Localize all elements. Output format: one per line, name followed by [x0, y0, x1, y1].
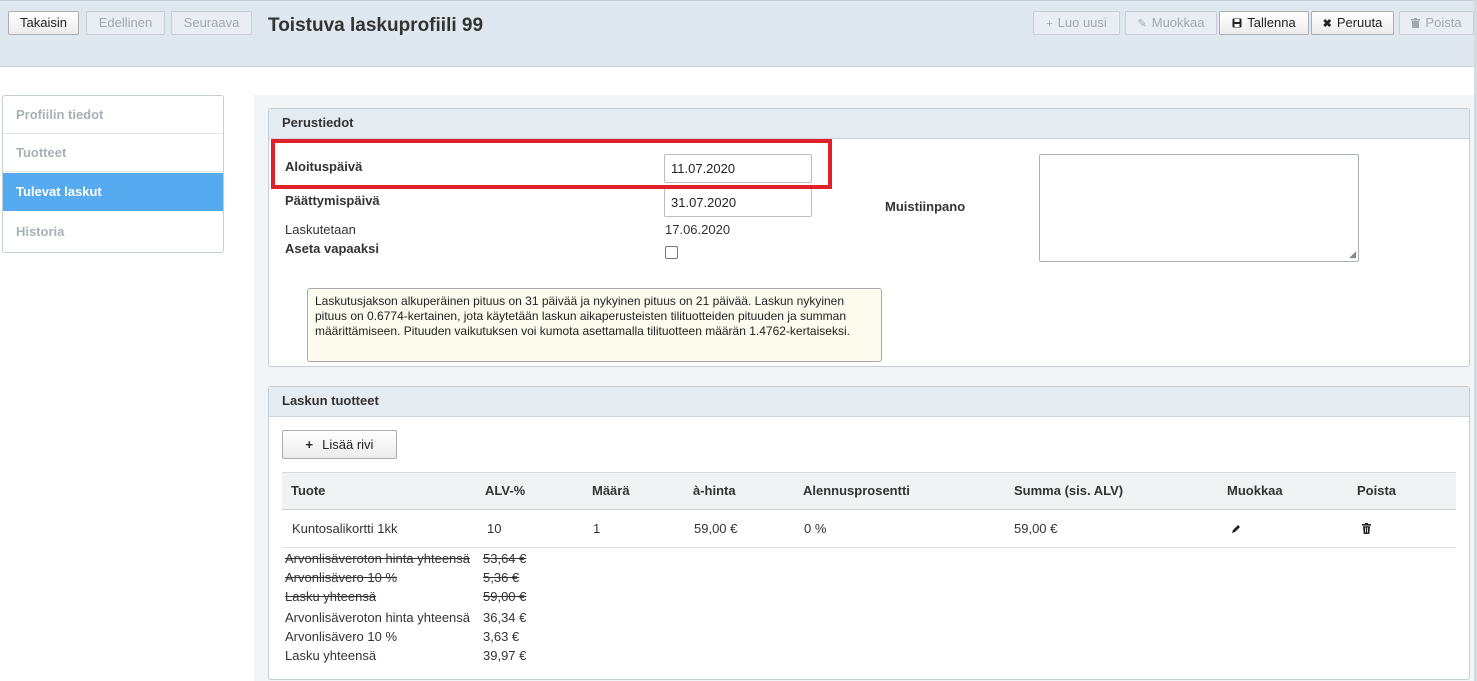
row-sum: 59,00 € — [1014, 521, 1058, 536]
note-label: Muistiinpano — [885, 199, 966, 214]
cancel-label: Peruuta — [1336, 15, 1383, 30]
create-new-button[interactable]: + Luo uusi — [1033, 11, 1120, 35]
invoice-products-header: Laskun tuotteet — [269, 387, 1469, 417]
row-edit-icon[interactable] — [1231, 522, 1241, 537]
plus-icon: + — [1046, 18, 1053, 30]
previous-button[interactable]: Edellinen — [86, 11, 165, 35]
col-quantity: Määrä — [592, 483, 630, 498]
edit-label: Muokkaa — [1151, 15, 1205, 30]
total-net-value: 36,34 € — [483, 610, 527, 625]
start-date-highlight — [271, 139, 832, 189]
old-total-gross-label: Lasku yhteensä — [285, 589, 377, 604]
total-net-label: Arvonlisäveroton hinta yhteensä — [285, 610, 471, 625]
old-total-vat-value: 5,36 € — [483, 570, 520, 585]
col-discount: Alennusprosentti — [803, 483, 910, 498]
cancel-button[interactable]: ✖ Peruuta — [1311, 11, 1394, 35]
sidebar-item-profile-info[interactable]: Profiilin tiedot — [3, 96, 223, 134]
create-new-label: Luo uusi — [1057, 15, 1107, 30]
delete-label: Poista — [1425, 15, 1462, 30]
trash-icon — [1411, 13, 1421, 35]
row-product: Kuntosalikortti 1kk — [292, 521, 398, 536]
col-sum: Summa (sis. ALV) — [1014, 483, 1124, 498]
row-vat: 10 — [487, 521, 502, 536]
period-info-box: Laskutusjakson alkuperäinen pituus on 31… — [307, 288, 882, 362]
edit-button[interactable]: ✎ Muokkaa — [1125, 11, 1217, 35]
row-discount: 0 % — [804, 521, 827, 536]
old-total-net-label: Arvonlisäveroton hinta yhteensä — [285, 551, 471, 566]
end-date-input[interactable]: 31.07.2020 — [664, 188, 812, 217]
table-row — [282, 510, 1456, 548]
col-vat: ALV-% — [485, 483, 526, 498]
save-button[interactable]: Tallenna — [1219, 11, 1309, 35]
next-button[interactable]: Seuraava — [171, 11, 252, 35]
sidebar-item-upcoming-invoices[interactable]: Tulevat laskut — [3, 173, 223, 211]
sidebar-nav: Profiilin tiedot Tuotteet Tulevat laskut… — [2, 95, 224, 253]
plus-icon: + — [305, 437, 314, 452]
total-gross-label: Lasku yhteensä — [285, 648, 377, 663]
col-delete: Poista — [1357, 483, 1397, 498]
total-vat-value: 3,63 € — [483, 629, 520, 644]
end-date-label: Päättymispäivä — [285, 193, 380, 208]
basic-info-header: Perustiedot — [269, 109, 1469, 139]
back-button[interactable]: Takaisin — [8, 11, 79, 35]
close-icon: ✖ — [1322, 18, 1332, 30]
note-textarea[interactable]: ◢ — [1039, 154, 1359, 262]
set-free-checkbox[interactable] — [665, 246, 678, 259]
toolbar-divider — [0, 0, 1477, 1]
old-total-vat-label: Arvonlisävero 10 % — [285, 570, 397, 585]
sidebar-item-history[interactable]: Historia — [3, 213, 223, 251]
set-free-label: Aseta vapaaksi — [285, 241, 379, 256]
billed-label: Laskutetaan — [285, 222, 356, 237]
total-vat-label: Arvonlisävero 10 % — [285, 629, 397, 644]
add-row-label: Lisää rivi — [322, 437, 374, 452]
col-unit-price: à-hinta — [693, 483, 736, 498]
row-unit-price: 59,00 € — [694, 521, 738, 536]
resize-grip-icon[interactable]: ◢ — [1349, 250, 1356, 259]
billed-value: 17.06.2020 — [665, 222, 731, 237]
total-gross-value: 39,97 € — [483, 648, 527, 663]
top-toolbar: Takaisin Edellinen Seuraava Toistuva las… — [0, 0, 1477, 67]
add-row-button[interactable]: + Lisää rivi — [282, 430, 397, 459]
row-quantity: 1 — [593, 521, 601, 536]
old-total-gross-value: 59,00 € — [483, 589, 527, 604]
page-title: Toistuva laskuprofiili 99 — [268, 15, 484, 36]
sidebar-item-products[interactable]: Tuotteet — [3, 134, 223, 172]
pencil-icon: ✎ — [1137, 18, 1147, 30]
row-delete-icon[interactable] — [1362, 522, 1371, 537]
save-label: Tallenna — [1247, 15, 1296, 30]
old-total-net-value: 53,64 € — [483, 551, 527, 566]
delete-button[interactable]: Poista — [1399, 11, 1474, 35]
col-product: Tuote — [291, 483, 326, 498]
floppy-icon — [1232, 13, 1242, 35]
col-edit: Muokkaa — [1227, 483, 1283, 498]
